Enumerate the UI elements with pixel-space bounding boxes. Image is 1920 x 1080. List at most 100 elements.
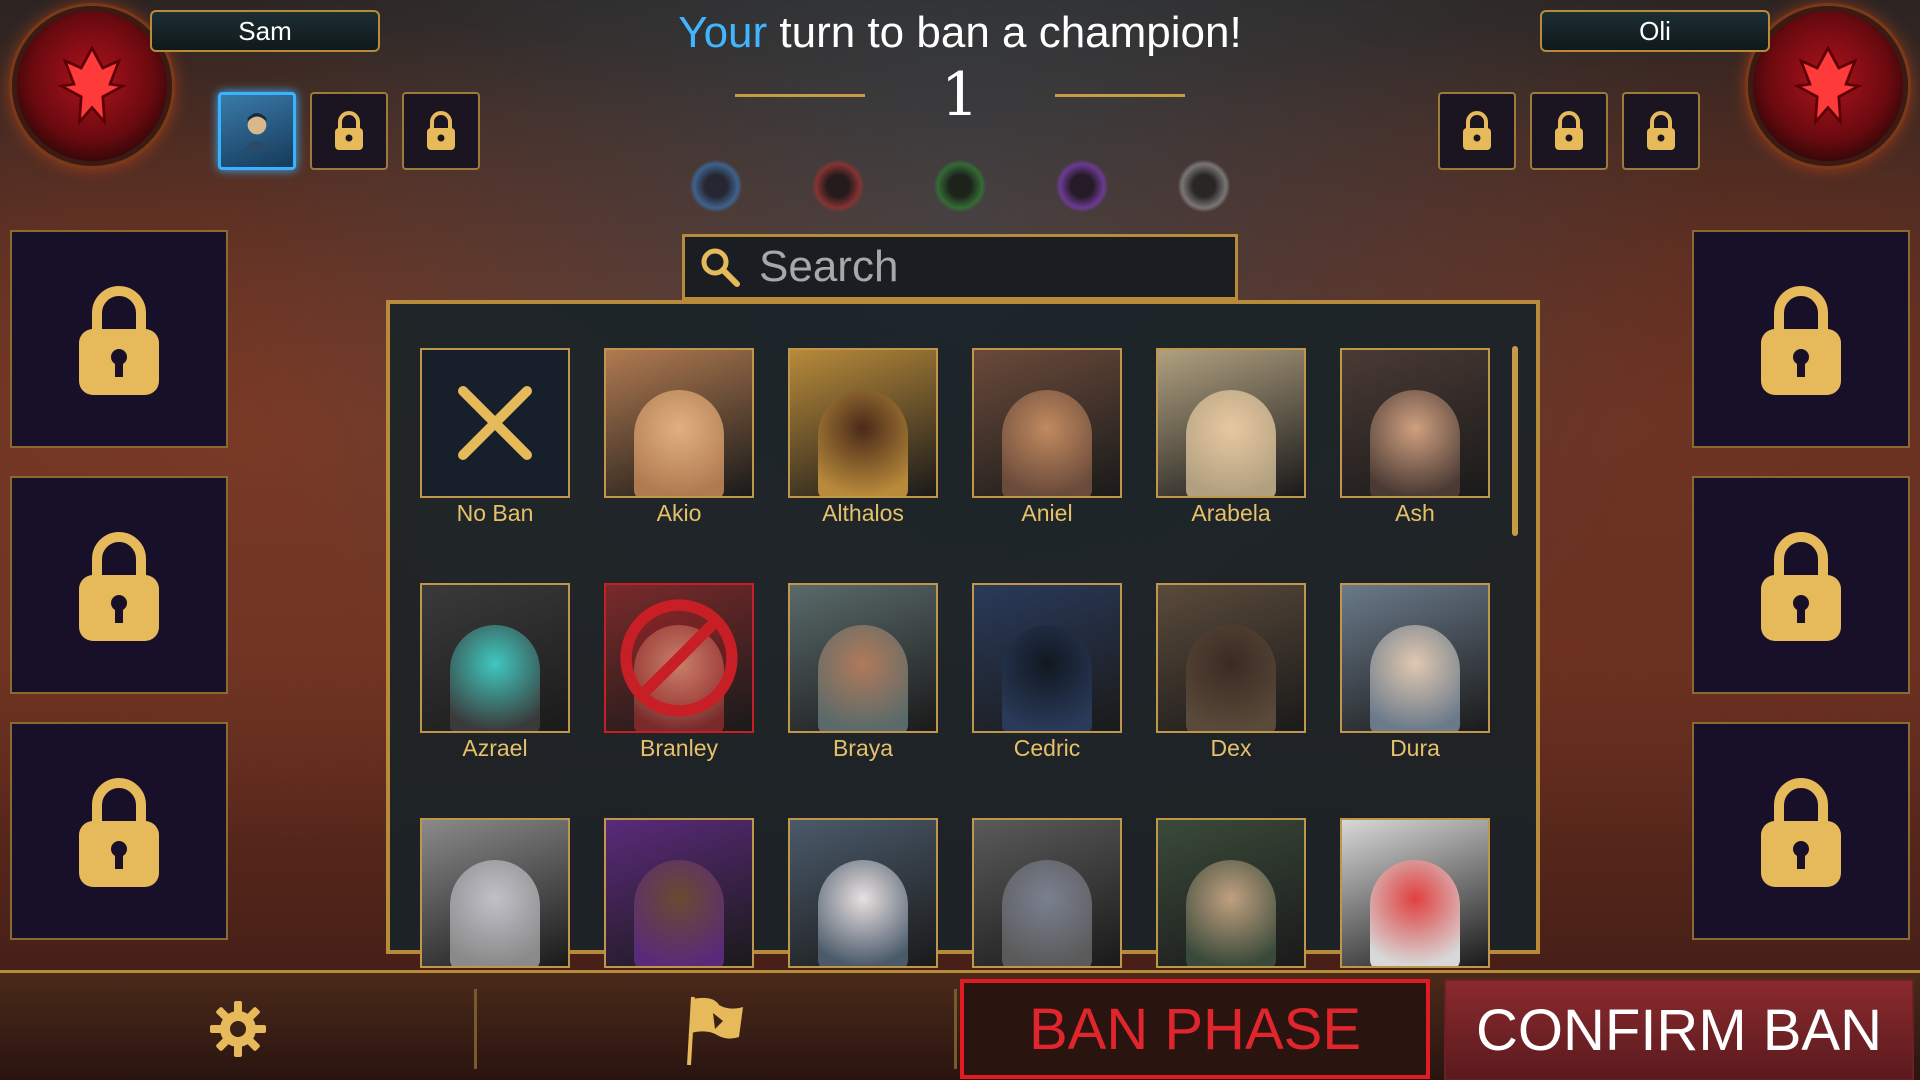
champion-face bbox=[1186, 860, 1276, 966]
left-pick-slot-1 bbox=[10, 230, 228, 448]
lock-icon bbox=[1761, 286, 1841, 395]
confirm-ban-button[interactable]: CONFIRM BAN bbox=[1444, 979, 1914, 1080]
champion-face bbox=[1002, 390, 1092, 496]
champion-card[interactable]: Akio bbox=[604, 348, 754, 527]
faction-filter-blue[interactable] bbox=[690, 160, 742, 212]
champion-face bbox=[1370, 860, 1460, 966]
champion-portrait bbox=[788, 348, 938, 498]
right-pick-slot-1 bbox=[1692, 230, 1910, 448]
lock-icon bbox=[1761, 532, 1841, 641]
champion-portrait bbox=[604, 583, 754, 733]
left-pick-slot-3 bbox=[10, 722, 228, 940]
surrender-button[interactable] bbox=[680, 991, 756, 1067]
banned-icon bbox=[620, 599, 738, 717]
champion-name: Arabela bbox=[1191, 500, 1271, 526]
right-pick-slot-3 bbox=[1692, 722, 1910, 940]
bottom-divider bbox=[474, 989, 477, 1069]
gear-icon bbox=[210, 1001, 266, 1057]
champion-portrait bbox=[1340, 818, 1490, 968]
close-icon bbox=[458, 386, 532, 460]
champion-face bbox=[1186, 625, 1276, 731]
champion-face bbox=[818, 390, 908, 496]
champion-card[interactable]: Dex bbox=[1156, 583, 1306, 762]
champion-portrait-icon bbox=[243, 113, 271, 151]
faction-filter-grey[interactable] bbox=[1178, 160, 1230, 212]
right-ban-slot-2 bbox=[1530, 92, 1608, 170]
faction-filter-green[interactable] bbox=[934, 160, 986, 212]
champion-portrait bbox=[1156, 583, 1306, 733]
champion-card[interactable]: No Ban bbox=[420, 348, 570, 527]
champion-name: Cedric bbox=[1013, 735, 1081, 761]
lock-icon bbox=[79, 532, 159, 641]
champion-name: Azrael bbox=[462, 735, 528, 761]
champion-portrait bbox=[604, 818, 754, 968]
lock-icon bbox=[335, 111, 363, 150]
champion-card[interactable]: Althalos bbox=[788, 348, 938, 527]
champion-card[interactable]: Dura bbox=[1340, 583, 1490, 762]
champion-face bbox=[1002, 625, 1092, 731]
champion-card[interactable]: Azrael bbox=[420, 583, 570, 762]
bottom-divider bbox=[954, 989, 957, 1069]
champion-card[interactable]: Aniel bbox=[972, 348, 1122, 527]
left-ban-slot-2 bbox=[310, 92, 388, 170]
left-ban-slot-3 bbox=[402, 92, 480, 170]
faction-filter-red[interactable] bbox=[812, 160, 864, 212]
champion-name: Dex bbox=[1210, 735, 1252, 761]
champion-face bbox=[1370, 625, 1460, 731]
ban-phase-indicator: BAN PHASE bbox=[960, 979, 1430, 1079]
search-input[interactable] bbox=[759, 242, 1199, 292]
champion-portrait bbox=[1340, 348, 1490, 498]
champion-face bbox=[1186, 390, 1276, 496]
champion-face bbox=[450, 860, 540, 966]
left-pick-slot-2 bbox=[10, 476, 228, 694]
champion-card[interactable]: Branley bbox=[604, 583, 754, 762]
champion-card[interactable]: Ash bbox=[1340, 348, 1490, 527]
lock-icon bbox=[1647, 111, 1675, 150]
champion-name: No Ban bbox=[456, 500, 534, 526]
champion-name: Althalos bbox=[822, 500, 904, 526]
champion-portrait bbox=[1340, 583, 1490, 733]
faction-filter-row bbox=[690, 160, 1230, 216]
bottom-bar: BAN PHASE CONFIRM BAN bbox=[0, 970, 1920, 1080]
champion-face bbox=[634, 860, 724, 966]
right-ban-slot-1 bbox=[1438, 92, 1516, 170]
champion-portrait bbox=[420, 818, 570, 968]
champion-portrait bbox=[604, 348, 754, 498]
champion-portrait bbox=[420, 583, 570, 733]
champion-face bbox=[450, 625, 540, 731]
champion-face bbox=[818, 860, 908, 966]
champion-name: Ash bbox=[1395, 500, 1435, 526]
champion-name: Braya bbox=[832, 735, 894, 761]
champion-name: Akio bbox=[656, 500, 702, 526]
no-ban-icon bbox=[420, 348, 570, 498]
champion-card[interactable]: Cedric bbox=[972, 583, 1122, 762]
settings-button[interactable] bbox=[200, 991, 276, 1067]
champion-face bbox=[1002, 860, 1092, 966]
turn-title: Your turn to ban a champion! bbox=[0, 8, 1920, 58]
turn-title-highlight: Your bbox=[678, 8, 768, 57]
champion-face bbox=[634, 390, 724, 496]
champion-card[interactable]: Braya bbox=[788, 583, 938, 762]
champion-portrait bbox=[788, 818, 938, 968]
lock-icon bbox=[79, 286, 159, 395]
champion-grid-panel: No Ban Akio Althalos Aniel Arabela Ash Azrael B… bbox=[386, 300, 1540, 996]
champion-portrait bbox=[1156, 348, 1306, 498]
lock-icon bbox=[79, 778, 159, 887]
champion-name: Aniel bbox=[1021, 500, 1073, 526]
search-icon bbox=[701, 248, 740, 287]
right-pick-slot-2 bbox=[1692, 476, 1910, 694]
search-box bbox=[682, 234, 1238, 300]
lock-icon bbox=[1555, 111, 1583, 150]
champion-name: Dura bbox=[1390, 735, 1440, 761]
champion-portrait bbox=[972, 818, 1122, 968]
champion-card[interactable]: Arabela bbox=[1156, 348, 1306, 527]
grid-scrollbar[interactable] bbox=[1512, 346, 1518, 536]
champion-name: Branley bbox=[640, 735, 718, 761]
right-ban-slot-3 bbox=[1622, 92, 1700, 170]
champion-grid: No Ban Akio Althalos Aniel Arabela Ash Azrael B… bbox=[420, 348, 1490, 997]
champion-portrait bbox=[972, 348, 1122, 498]
champion-portrait bbox=[788, 583, 938, 733]
lock-icon bbox=[1463, 111, 1491, 150]
faction-filter-purple[interactable] bbox=[1056, 160, 1108, 212]
champion-face bbox=[818, 625, 908, 731]
